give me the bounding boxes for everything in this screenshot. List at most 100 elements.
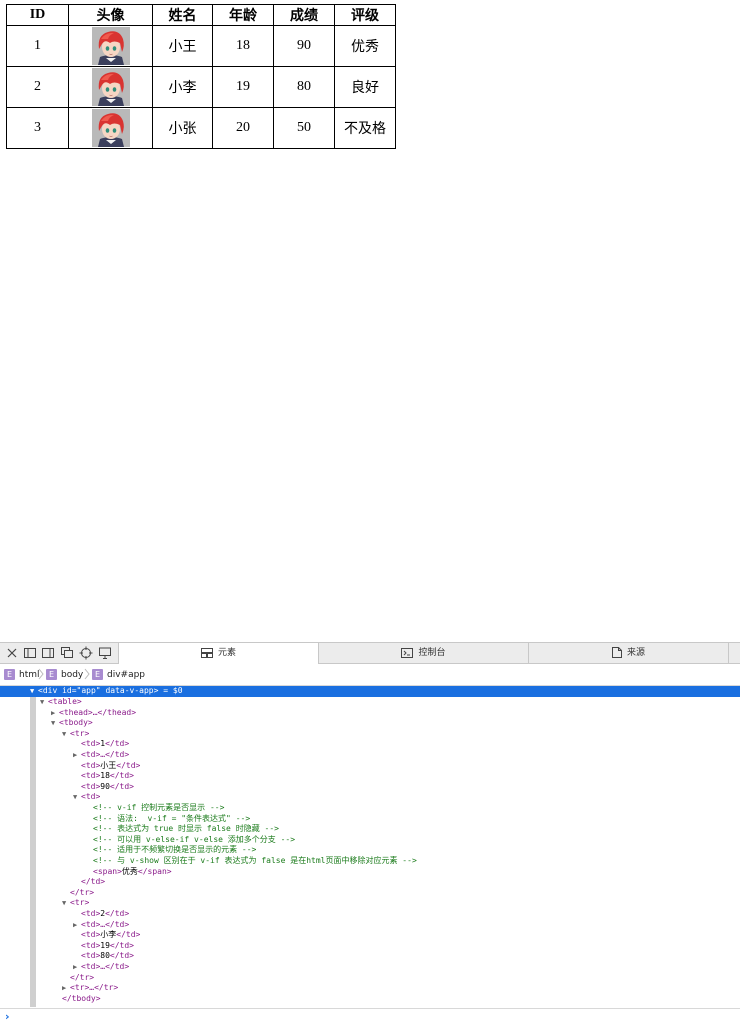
tab-elements[interactable]: 元素 [118, 643, 318, 664]
dom-node-td[interactable]: <td>19</td> [0, 941, 740, 952]
cell-avatar [68, 25, 153, 67]
dom-node-td[interactable]: ▶ <td>…</td> [0, 920, 740, 931]
dom-node-tbody[interactable]: ▼ <tbody> [0, 718, 740, 729]
breadcrumb-label: div#app [107, 670, 146, 680]
collapse-triangle-icon[interactable]: ▶ [73, 962, 81, 973]
dom-node-td[interactable]: <td>2</td> [0, 909, 740, 920]
elements-icon [200, 647, 213, 658]
expand-triangle-icon[interactable]: ▼ [62, 729, 70, 740]
dom-node-div-app[interactable]: ▼ <div id="app" data-v-app> = $0 [0, 686, 740, 697]
tab-overflow[interactable] [728, 643, 740, 664]
devtools-toolbar: 元素 控制台 来源 [0, 642, 740, 664]
breadcrumb-item-body[interactable]: Ebody [46, 669, 83, 681]
devtools-panel: 元素 控制台 来源 Ehtml Ebody Ediv#app ▼ <div id=… [0, 642, 740, 1024]
anime-avatar-icon [91, 68, 130, 106]
cell-score: 90 [273, 25, 335, 67]
dom-node-tr[interactable]: ▼ <tr> [0, 729, 740, 740]
console-input-row[interactable]: › [0, 1008, 740, 1024]
chevron-right-icon [84, 668, 90, 680]
avatar [91, 109, 130, 147]
expand-triangle-icon[interactable]: ▼ [30, 686, 38, 697]
cell-avatar [68, 107, 153, 149]
breadcrumb: Ehtml Ebody Ediv#app [0, 664, 740, 686]
tab-console-label: 控制台 [418, 648, 446, 658]
breadcrumb-item-div-app[interactable]: Ediv#app [92, 669, 145, 681]
cell-age: 19 [212, 66, 274, 108]
dom-node-tr[interactable]: ▼ <tr> [0, 898, 740, 909]
tab-elements-label: 元素 [217, 648, 236, 658]
table-row: 2 小李 19 80 良好 [6, 66, 396, 108]
dom-node-td[interactable]: <td>小王</td> [0, 761, 740, 772]
cell-name: 小李 [152, 66, 213, 108]
header-grade: 评级 [334, 4, 396, 26]
dock-right-icon[interactable] [41, 646, 55, 660]
tab-sources-label: 来源 [626, 648, 645, 658]
dock-left-icon[interactable] [23, 646, 37, 660]
element-badge-icon: E [4, 669, 15, 680]
dom-comment[interactable]: <!-- 与 v-show 区别在于 v-if 表达式为 false 是在htm… [0, 856, 740, 867]
cell-id: 3 [6, 107, 69, 149]
dom-comment[interactable]: <!-- 语法: v-if = "条件表达式" --> [0, 814, 740, 825]
header-avatar: 头像 [68, 4, 153, 26]
expand-triangle-icon[interactable]: ▼ [73, 792, 81, 803]
dom-comment[interactable]: <!-- 适用于不频繁切换是否显示的元素 --> [0, 845, 740, 856]
cell-grade: 良好 [334, 66, 396, 108]
dom-comment[interactable]: <!-- 可以用 v-else-if v-else 添加多个分支 --> [0, 835, 740, 846]
table-row: 3 小张 20 50 不及格 [6, 107, 396, 149]
element-badge-icon: E [46, 669, 57, 680]
dom-node-td[interactable]: <td>1</td> [0, 739, 740, 750]
dom-node-table[interactable]: ▼ <table> [0, 697, 740, 708]
tab-sources[interactable]: 来源 [528, 643, 728, 664]
cell-score: 80 [273, 66, 335, 108]
table-row: 1 小王 18 90 优秀 [6, 25, 396, 67]
cell-name: 小张 [152, 107, 213, 149]
dom-node-tr-close[interactable]: </tr> [0, 888, 740, 899]
expand-triangle-icon[interactable]: ▼ [40, 697, 48, 708]
dom-node-tbody-close[interactable]: </tbody> [0, 994, 740, 1005]
tab-console[interactable]: 控制台 [318, 643, 528, 664]
dom-node-tr-close[interactable]: </tr> [0, 973, 740, 984]
dom-node-td[interactable]: <td>18</td> [0, 771, 740, 782]
cell-name: 小王 [152, 25, 213, 67]
collapse-triangle-icon[interactable]: ▶ [51, 708, 59, 719]
dom-node-td[interactable]: ▶ <td>…</td> [0, 962, 740, 973]
anime-avatar-icon [91, 27, 130, 65]
dom-node-td[interactable]: <td>80</td> [0, 951, 740, 962]
avatar [91, 68, 130, 106]
element-badge-icon: E [92, 669, 103, 680]
separate-window-icon[interactable] [60, 646, 74, 660]
dom-node-thead[interactable]: ▶ <thead>…</thead> [0, 708, 740, 719]
console-prompt-icon: › [5, 1010, 10, 1023]
expand-triangle-icon[interactable]: ▼ [62, 898, 70, 909]
cell-age: 20 [212, 107, 274, 149]
element-picker-icon[interactable] [79, 646, 93, 660]
breadcrumb-label: body [61, 670, 84, 680]
collapse-triangle-icon[interactable]: ▶ [73, 750, 81, 761]
cell-grade: 不及格 [334, 107, 396, 149]
cell-score: 50 [273, 107, 335, 149]
dom-node-td[interactable]: ▼ <td> [0, 792, 740, 803]
dom-node-td[interactable]: <td>小李</td> [0, 930, 740, 941]
collapse-triangle-icon[interactable]: ▶ [62, 983, 70, 994]
sources-icon [611, 647, 622, 658]
dom-node-span[interactable]: <span>优秀</span> [0, 867, 740, 878]
breadcrumb-item-html[interactable]: Ehtml [4, 669, 40, 681]
cell-id: 2 [6, 66, 69, 108]
collapse-triangle-icon[interactable]: ▶ [73, 920, 81, 931]
dom-node-tr[interactable]: ▶ <tr>…</tr> [0, 983, 740, 994]
anime-avatar-icon [91, 109, 130, 147]
console-icon [401, 647, 414, 658]
header-name: 姓名 [152, 4, 213, 26]
cell-age: 18 [212, 25, 274, 67]
dom-node-td-close[interactable]: </td> [0, 877, 740, 888]
dom-comment[interactable]: <!-- 表达式为 true 时显示 false 时隐藏 --> [0, 824, 740, 835]
dom-node-td[interactable]: ▶ <td>…</td> [0, 750, 740, 761]
cell-avatar [68, 66, 153, 108]
student-table: ID 头像 姓名 年龄 成绩 评级 1 小王 18 90 优秀 2 小李 19 … [6, 4, 396, 149]
table-header-row: ID 头像 姓名 年龄 成绩 评级 [6, 4, 396, 26]
close-icon[interactable] [5, 646, 19, 660]
dom-comment[interactable]: <!-- v-if 控制元素是否显示 --> [0, 803, 740, 814]
device-mode-icon[interactable] [98, 646, 112, 660]
dom-node-td[interactable]: <td>90</td> [0, 782, 740, 793]
expand-triangle-icon[interactable]: ▼ [51, 718, 59, 729]
